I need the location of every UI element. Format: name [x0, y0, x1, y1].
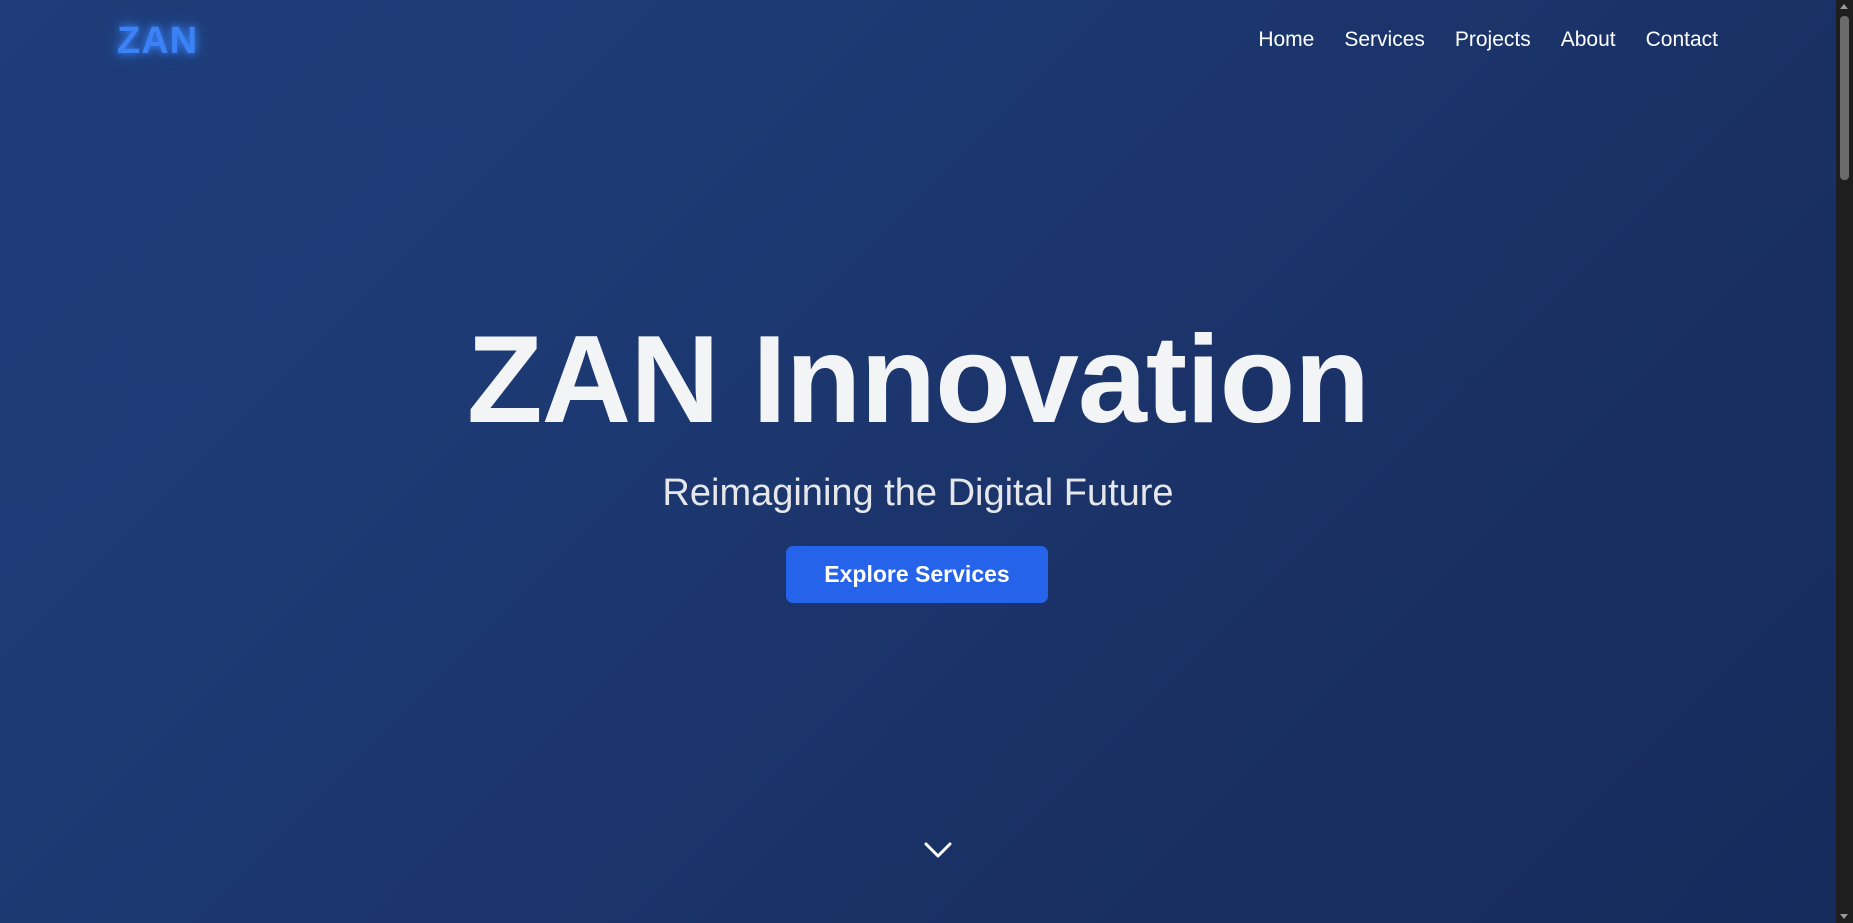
logo[interactable]: ZAN — [117, 20, 198, 63]
nav-link-projects[interactable]: Projects — [1455, 28, 1531, 52]
nav-link-about[interactable]: About — [1561, 28, 1616, 52]
hero-title: ZAN Innovation — [466, 311, 1370, 449]
nav-link-home[interactable]: Home — [1258, 28, 1314, 52]
hero-subtitle: Reimagining the Digital Future — [662, 472, 1174, 514]
scrollbar-thumb[interactable] — [1840, 16, 1849, 180]
chevron-down-icon[interactable] — [922, 838, 954, 862]
main-nav: Home Services Projects About Contact — [1258, 28, 1718, 52]
nav-link-services[interactable]: Services — [1344, 28, 1425, 52]
hero-section: ZAN Home Services Projects About Contact… — [0, 0, 1836, 923]
vertical-scrollbar[interactable] — [1836, 0, 1853, 923]
scroll-down-icon[interactable] — [1840, 914, 1848, 919]
explore-services-button[interactable]: Explore Services — [786, 546, 1048, 603]
scroll-up-icon[interactable] — [1840, 4, 1848, 9]
nav-link-contact[interactable]: Contact — [1646, 28, 1718, 52]
